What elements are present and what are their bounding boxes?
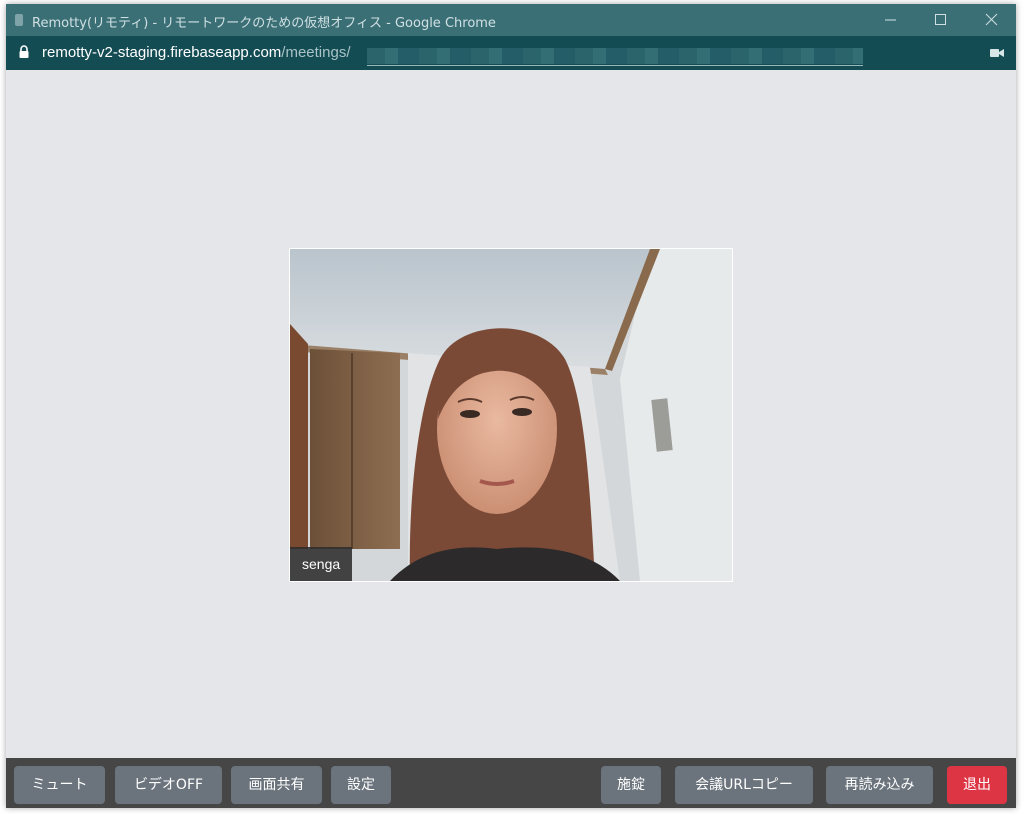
reload-button[interactable]: 再読み込み [826,766,933,804]
window-title: Remotty(リモティ) - リモートワークのための仮想オフィス - Goog… [32,16,496,31]
close-icon [985,13,998,26]
url-host: remotty-v2-staging.firebaseapp.com [42,44,282,61]
participant-name-label: senga [290,547,353,581]
minimize-button[interactable] [866,4,916,36]
maximize-icon [935,14,946,25]
meeting-area: senga [6,70,1016,758]
close-window-button[interactable] [966,4,1016,36]
participant-video-tile[interactable]: senga [289,248,733,582]
url-underline [367,65,863,66]
minimize-icon [885,19,896,21]
mute-button[interactable]: ミュート [14,766,105,804]
url-redacted-segment [367,48,863,64]
exit-button[interactable]: 退出 [947,766,1007,804]
url-text[interactable]: remotty-v2-staging.firebaseapp.com/meeti… [42,44,350,61]
lock-icon [19,45,29,58]
meeting-toolbar: ミュート ビデオOFF 画面共有 設定 施錠 会議URLコピー 再読み込み 退出 [6,758,1016,808]
copy-meeting-url-button[interactable]: 会議URLコピー [675,766,813,804]
lock-room-button[interactable]: 施錠 [601,766,661,804]
app-icon [15,14,23,26]
address-bar[interactable]: remotty-v2-staging.firebaseapp.com/meeti… [6,36,1016,70]
maximize-button[interactable] [916,4,966,36]
camera-icon[interactable] [990,48,1004,58]
title-bar: Remotty(リモティ) - リモートワークのための仮想オフィス - Goog… [6,4,1016,36]
webcam-video [290,249,732,581]
video-off-button[interactable]: ビデオOFF [115,766,222,804]
url-path: /meetings/ [281,44,351,61]
screen-share-button[interactable]: 画面共有 [231,766,322,804]
settings-button[interactable]: 設定 [331,766,391,804]
browser-window: Remotty(リモティ) - リモートワークのための仮想オフィス - Goog… [6,4,1016,808]
